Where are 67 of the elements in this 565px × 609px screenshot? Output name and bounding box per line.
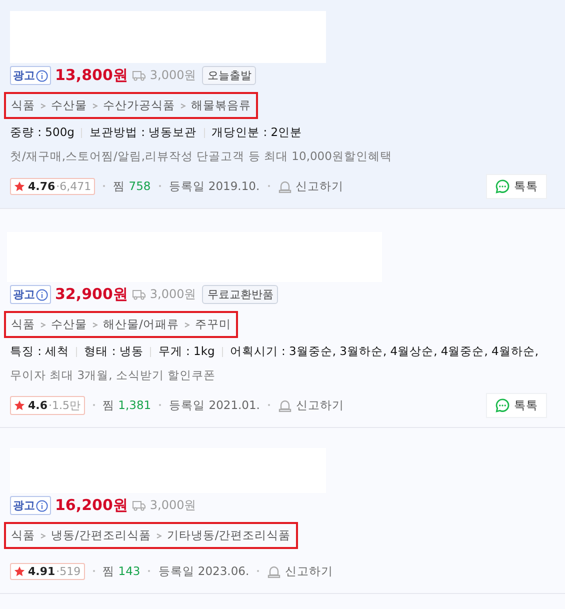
report-link[interactable]: 신고하기 xyxy=(278,178,344,194)
report-link[interactable]: 신고하기 xyxy=(267,564,334,578)
truck-icon xyxy=(132,289,146,300)
chevron-icon xyxy=(92,322,98,328)
chevron-icon xyxy=(156,532,162,538)
chat-icon xyxy=(495,178,510,194)
category-link[interactable]: 주꾸미 xyxy=(194,317,231,332)
price: 13,800원 xyxy=(55,66,128,85)
truck-icon xyxy=(132,70,146,81)
wishlist-count: 찜 758 xyxy=(113,178,151,194)
truck-icon xyxy=(132,500,146,511)
wishlist-count: 찜 1,381 xyxy=(102,398,152,412)
spec-text: 형태 : 냉동 xyxy=(84,344,144,359)
spec-text: 중량 : 500g xyxy=(10,125,74,140)
spec-text: 무게 : 1kg xyxy=(158,344,215,359)
delivery-tag: 무료교환반품 xyxy=(202,285,278,304)
rating-badge: 4.76·6,471 xyxy=(10,178,96,194)
price: 32,900원 xyxy=(55,285,128,304)
spec-text: 보관방법 : 냉동보관 xyxy=(89,125,197,140)
ad-badge[interactable]: 광고 xyxy=(10,285,51,304)
ad-badge[interactable]: 광고 xyxy=(10,496,51,515)
shipping-fee: 3,000원 xyxy=(150,286,196,303)
chevron-icon xyxy=(92,102,98,108)
registered-date: 등록일 2023.06. xyxy=(158,564,250,578)
report-link[interactable]: 신고하기 xyxy=(278,398,344,412)
chevron-icon xyxy=(40,532,46,538)
rating-badge: 4.6·1.5만 xyxy=(10,396,84,414)
chevron-icon xyxy=(180,102,186,108)
bell-icon xyxy=(267,564,282,578)
registered-date: 등록일 2021.01. xyxy=(169,398,260,412)
category-link[interactable]: 식품 xyxy=(11,98,35,113)
category-link[interactable]: 수산물 xyxy=(51,98,87,113)
bell-icon xyxy=(278,398,292,412)
bell-icon xyxy=(278,180,292,192)
shipping-fee: 3,000원 xyxy=(150,497,196,514)
price: 16,200원 xyxy=(55,496,128,515)
star-icon xyxy=(14,180,25,192)
star-icon xyxy=(14,566,25,576)
talk-button[interactable]: 톡톡 xyxy=(486,392,547,418)
rating-badge: 4.91·519 xyxy=(10,562,85,580)
benefit-text: 무이자 최대 3개월, 소식받기 할인쿠폰 xyxy=(10,368,217,383)
chevron-icon xyxy=(40,102,46,108)
talk-button[interactable]: 톡톡 xyxy=(486,174,547,198)
wishlist-count: 찜 143 xyxy=(102,564,140,578)
category-link[interactable]: 수산물 xyxy=(51,317,87,332)
chevron-icon xyxy=(184,322,190,328)
chat-icon xyxy=(495,398,510,412)
category-link[interactable]: 기타냉동/간편조리식품 xyxy=(166,528,291,543)
shipping-fee: 3,000원 xyxy=(150,67,196,84)
category-link[interactable]: 냉동/간편조리식품 xyxy=(51,528,151,543)
ad-badge[interactable]: 광고 xyxy=(10,66,51,85)
delivery-tag: 오늘출발 xyxy=(202,66,256,85)
category-link[interactable]: 수산가공식품 xyxy=(103,98,175,113)
info-icon xyxy=(36,500,48,512)
registered-date: 등록일 2019.10. xyxy=(168,178,260,194)
info-icon xyxy=(36,288,48,300)
benefit-text: 첫/재구매,스토어찜/알림,리뷰작성 단골고객 등 최대 10,000원할인혜택 xyxy=(10,149,393,164)
star-icon xyxy=(14,400,25,410)
spec-text: 어획시기 : 3월중순, 3월하순, 4월상순, 4월중순, 4월하순, xyxy=(230,344,539,359)
category-link[interactable]: 식품 xyxy=(11,317,35,332)
spec-text: 특징 : 세척 xyxy=(10,344,70,359)
spec-text: 개당인분 : 2인분 xyxy=(212,125,302,140)
chevron-icon xyxy=(40,322,46,328)
category-link[interactable]: 해산물/어패류 xyxy=(103,317,179,332)
category-link[interactable]: 식품 xyxy=(11,528,35,543)
info-icon xyxy=(36,70,48,82)
category-link[interactable]: 해물볶음류 xyxy=(191,98,251,113)
